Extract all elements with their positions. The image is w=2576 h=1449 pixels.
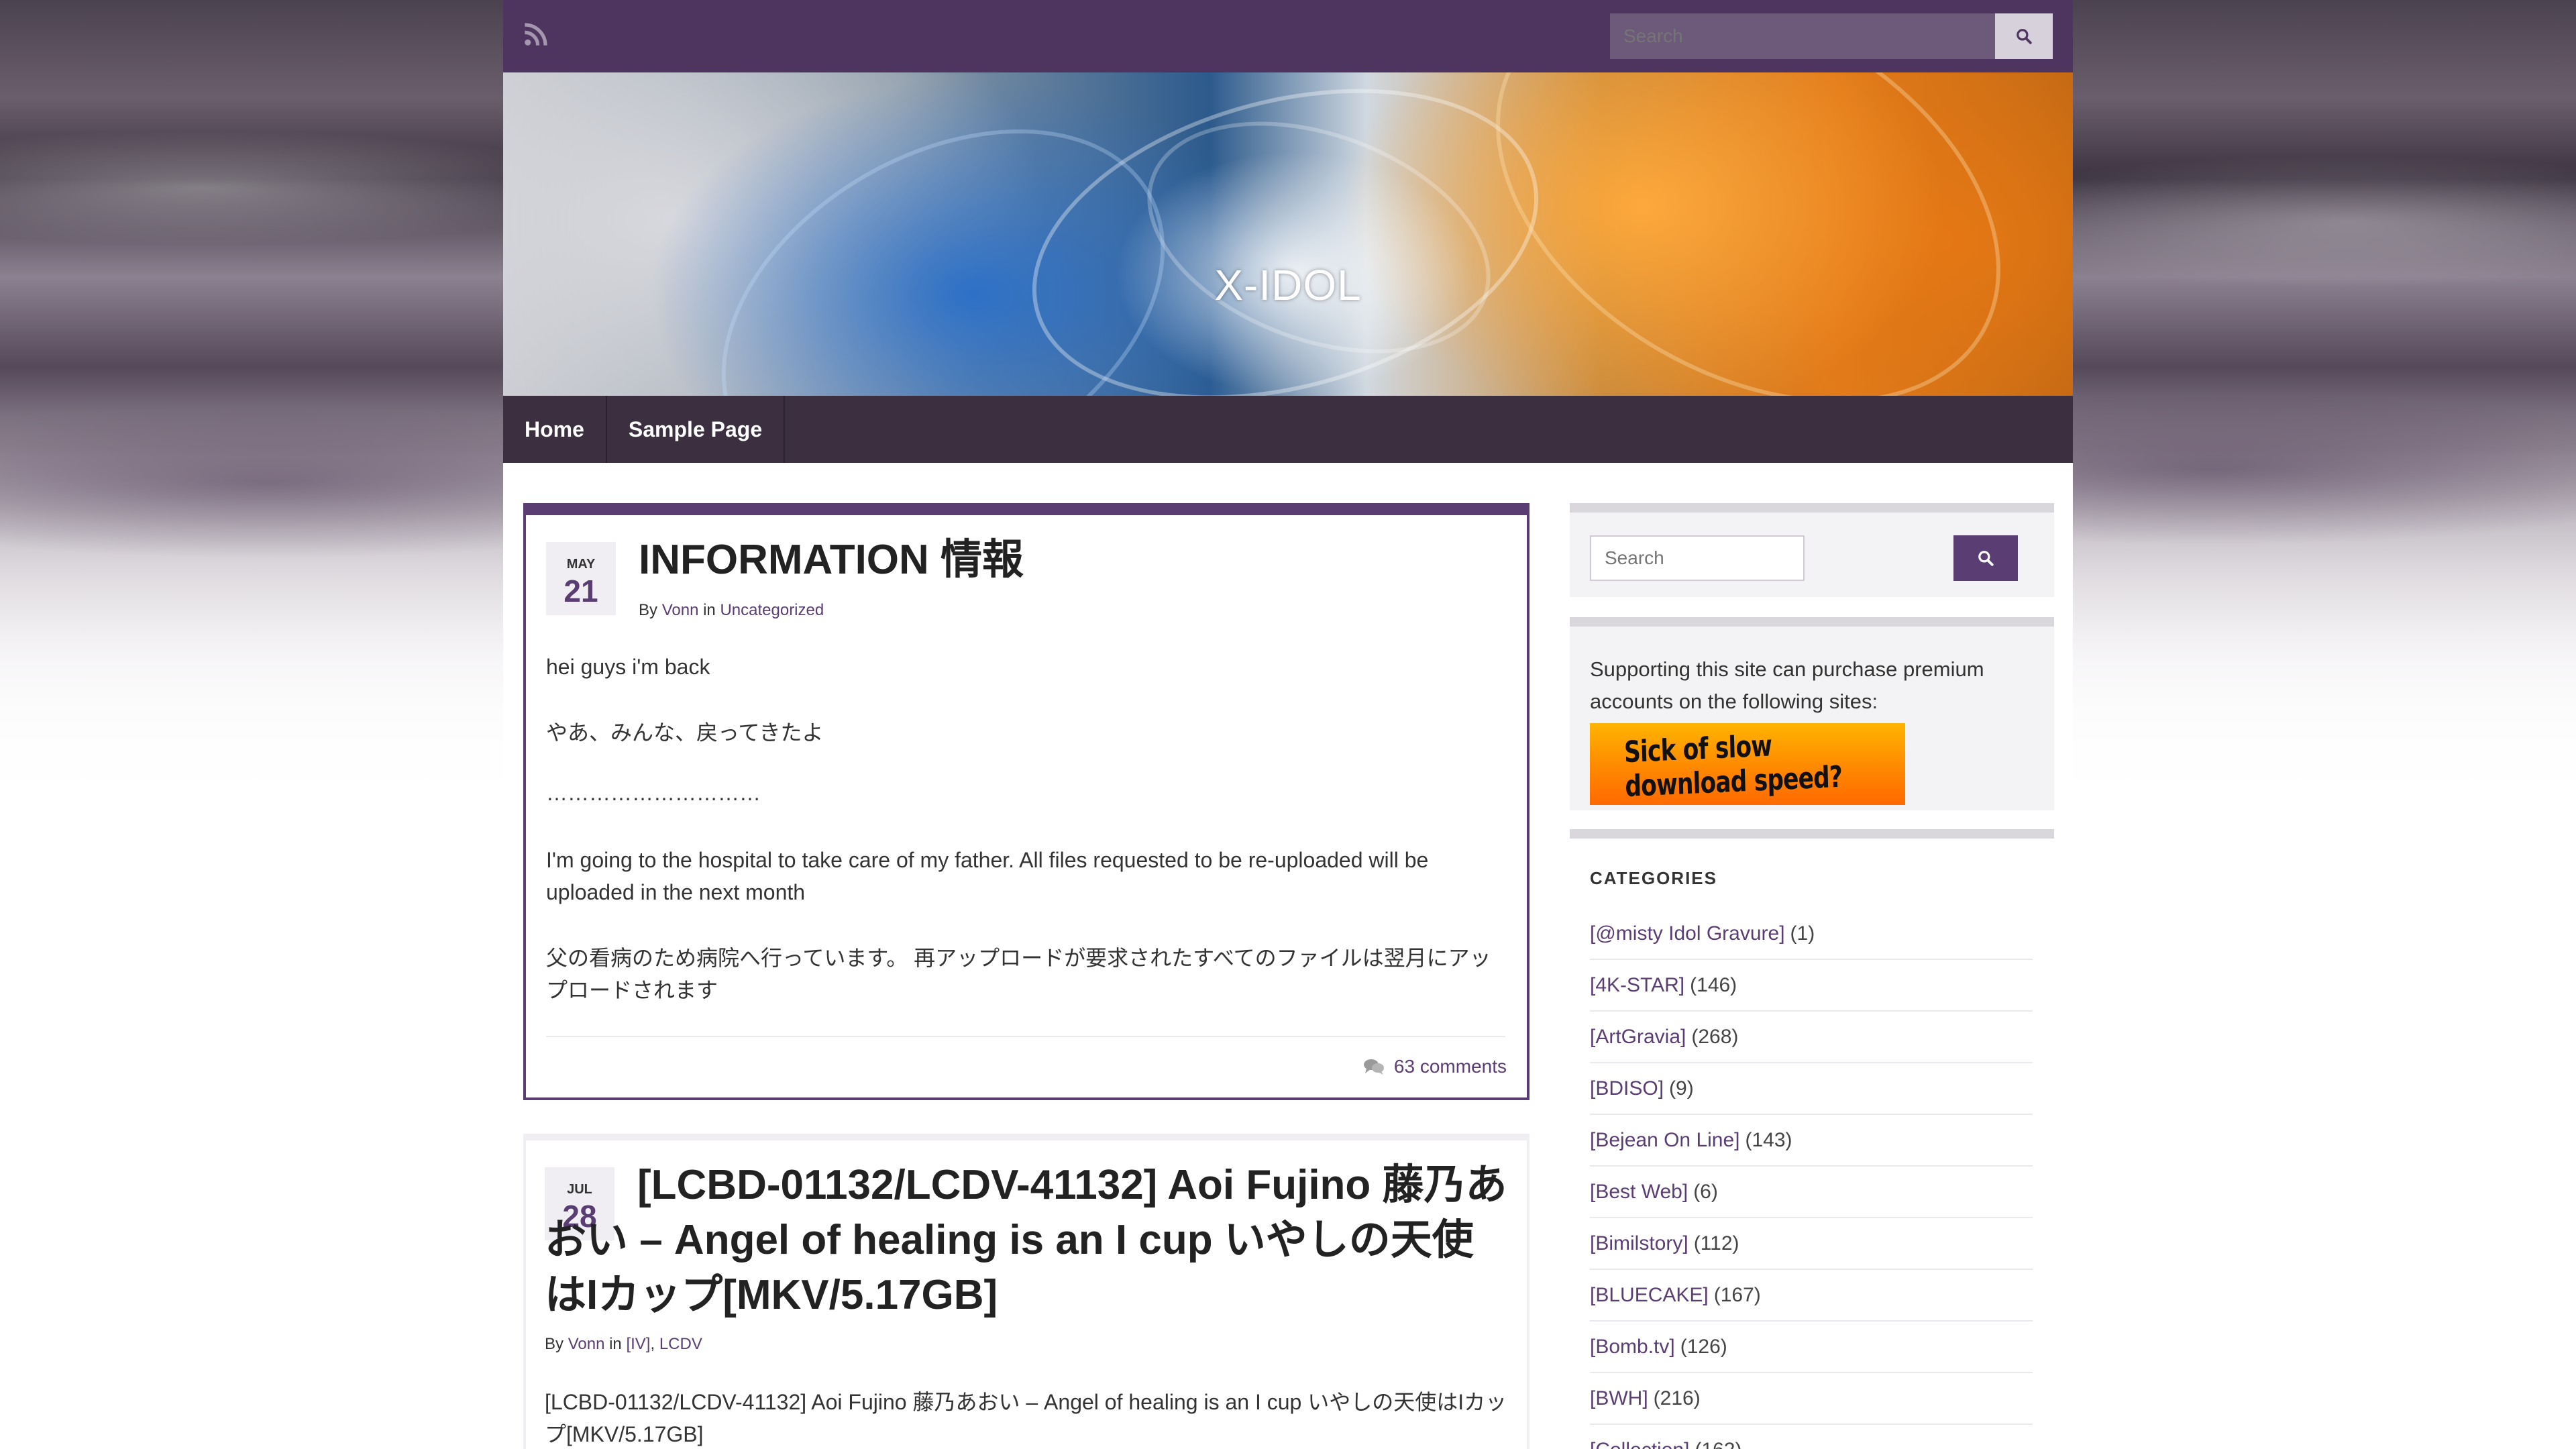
category-item: [Bomb.tv] (126): [1590, 1322, 2033, 1373]
main-nav: Home Sample Page: [503, 396, 2073, 463]
top-search-input[interactable]: [1610, 13, 1995, 59]
post-date: MAY 21: [546, 542, 616, 615]
ad-text: Sick of slow download speed?: [1623, 729, 1843, 804]
category-item: [@misty Idol Gravure] (1): [1590, 908, 2033, 960]
post-paragraph: …………………………: [546, 781, 761, 805]
category-item: [Best Web] (6): [1590, 1167, 2033, 1218]
comments-count[interactable]: 63 comments: [1394, 1056, 1507, 1077]
category-link[interactable]: [BLUECAKE]: [1590, 1284, 1709, 1307]
post-paragraph: やあ、みんな、戻ってきたよ: [546, 720, 824, 745]
top-search-button[interactable]: [1995, 13, 2053, 59]
author-link[interactable]: Vonn: [568, 1335, 605, 1353]
rss-icon[interactable]: [522, 20, 550, 48]
site-title[interactable]: X-IDOL: [503, 260, 2073, 310]
category-item: [Bejean On Line] (143): [1590, 1115, 2033, 1167]
comments-icon: [1363, 1059, 1384, 1075]
post-excerpt: [LCBD-01132/LCDV-41132] Aoi Fujino 藤乃あおい…: [545, 1390, 1507, 1446]
post-month: MAY: [566, 557, 596, 572]
post-paragraph: I'm going to the hospital to take care o…: [546, 848, 1429, 904]
sidebar-search-widget: [1570, 503, 2054, 597]
search-icon: [2017, 29, 2032, 44]
post-paragraph: 父の看病のため病院へ行っています。 再アップロードが要求されたすべてのファイルは…: [546, 946, 1491, 1002]
post-day: 21: [564, 574, 598, 608]
category-item: [BLUECAKE] (167): [1590, 1270, 2033, 1322]
post-title[interactable]: INFORMATION 情報: [639, 533, 1024, 588]
nav-item-home[interactable]: Home: [503, 396, 607, 463]
category-link[interactable]: Uncategorized: [720, 601, 824, 619]
category-link[interactable]: [Bimilstory]: [1590, 1232, 1688, 1255]
post-title[interactable]: [LCBD-01132/LCDV-41132] Aoi Fujino 藤乃あおい…: [545, 1158, 1511, 1323]
category-link[interactable]: LCDV: [659, 1335, 702, 1353]
post-divider: [546, 1036, 1505, 1037]
post-card: MAY 21 INFORMATION 情報 By Vonn in Uncateg…: [523, 503, 1529, 1100]
download-speed-banner[interactable]: Sick of slow download speed?: [1590, 723, 1905, 805]
support-text: Supporting this site can purchase premiu…: [1590, 657, 1984, 713]
category-link[interactable]: [ArtGravia]: [1590, 1026, 1686, 1049]
category-link[interactable]: [BWH]: [1590, 1387, 1648, 1410]
category-link[interactable]: [4K-STAR]: [1590, 974, 1684, 997]
top-bar: [503, 0, 2073, 72]
category-item: [BWH] (216): [1590, 1373, 2033, 1425]
category-item: [4K-STAR] (146): [1590, 960, 2033, 1012]
sidebar-categories-widget: CATEGORIES [@misty Idol Gravure] (1) [4K-…: [1570, 829, 2054, 1449]
sidebar-search-input[interactable]: [1590, 535, 1805, 581]
post-meta: By Vonn in Uncategorized: [639, 601, 824, 619]
category-link[interactable]: [BDISO]: [1590, 1077, 1664, 1100]
category-item: [Collection](162): [1590, 1425, 2033, 1449]
post-paragraph: hei guys i'm back: [546, 655, 710, 679]
category-item: [BDISO] (9): [1590, 1063, 2033, 1115]
category-link[interactable]: [Collection]: [1590, 1439, 1689, 1449]
site-container: X-IDOL Home Sample Page MAY 21 INFORMATI…: [503, 0, 2073, 1449]
category-item: [ArtGravia] (268): [1590, 1012, 2033, 1063]
category-link[interactable]: [Bomb.tv]: [1590, 1336, 1675, 1358]
sidebar-support-widget: Supporting this site can purchase premiu…: [1570, 617, 2054, 810]
nav-item-sample-page[interactable]: Sample Page: [607, 396, 786, 463]
category-item: [Bimilstory] (112): [1590, 1218, 2033, 1270]
category-link[interactable]: [IV]: [626, 1335, 650, 1353]
comments-link[interactable]: 63 comments: [1363, 1056, 1507, 1077]
category-link[interactable]: [@misty Idol Gravure]: [1590, 922, 1785, 945]
search-icon: [1978, 551, 1994, 566]
categories-heading: CATEGORIES: [1590, 868, 1717, 888]
sidebar-search-button[interactable]: [1953, 535, 2018, 581]
author-link[interactable]: Vonn: [662, 601, 699, 619]
post-meta: By Vonn in [IV], LCDV: [545, 1335, 702, 1353]
post-card: JUL 28 [LCBD-01132/LCDV-41132] Aoi Fujin…: [523, 1134, 1529, 1449]
category-link[interactable]: [Best Web]: [1590, 1181, 1688, 1203]
category-link[interactable]: [Bejean On Line]: [1590, 1129, 1740, 1152]
header-banner: X-IDOL: [503, 72, 2073, 396]
categories-list: [@misty Idol Gravure] (1) [4K-STAR] (146) …: [1590, 908, 2033, 1449]
